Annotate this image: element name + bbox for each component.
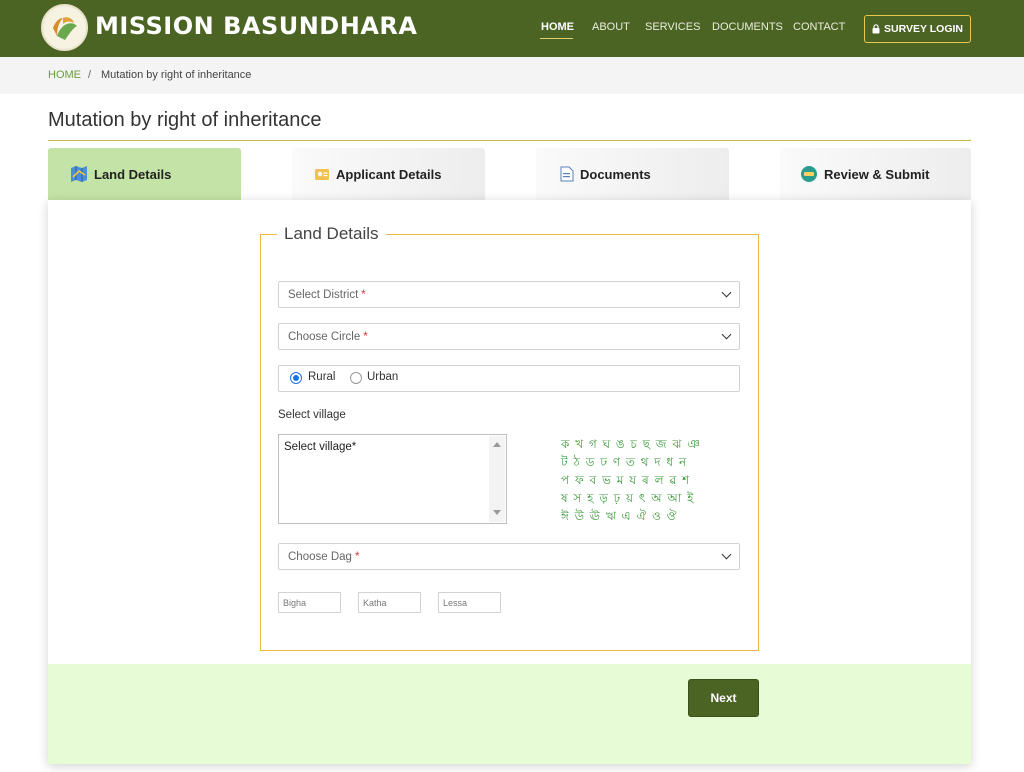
village-listbox-option[interactable]: Select village* [284, 441, 356, 453]
area-type-radio-group [278, 365, 740, 392]
district-select[interactable]: Select District * [278, 281, 740, 308]
nav-home[interactable]: HOME [541, 21, 574, 33]
survey-login-label: SURVEY LOGIN [884, 23, 963, 35]
title-divider [48, 140, 971, 141]
scroll-up-icon[interactable] [493, 442, 501, 447]
rural-radio-label[interactable]: Rural [308, 371, 335, 383]
tab-documents[interactable]: Documents [536, 148, 729, 200]
scroll-down-icon[interactable] [493, 510, 501, 515]
lessa-input[interactable]: Lessa [438, 592, 501, 613]
nav-services[interactable]: SERVICES [645, 21, 700, 33]
assamese-keyboard-row[interactable]: ক খ গ ঘ ঙ চ ছ জ ঝ ঞ [561, 436, 701, 456]
urban-radio-label[interactable]: Urban [367, 371, 398, 383]
dag-select[interactable]: Choose Dag * [278, 543, 740, 570]
district-select-placeholder: Select District [288, 288, 359, 301]
assamese-keyboard-row[interactable]: ষ স হ ড় ঢ় য় ৎ অ আ ই [561, 490, 694, 510]
page-title: Mutation by right of inheritance [48, 109, 322, 131]
land-details-legend: Land Details [277, 224, 386, 244]
breadcrumb-separator: / [88, 69, 92, 81]
breadcrumb-current: Mutation by right of inheritance [101, 69, 252, 81]
chevron-down-icon [721, 329, 732, 340]
rural-radio[interactable] [290, 372, 302, 384]
assamese-keyboard-row[interactable]: প ফ ব ভ ম য ৰ ল ৱ শ [561, 472, 690, 492]
dag-select-placeholder: Choose Dag [288, 550, 352, 563]
form-footer [48, 664, 971, 764]
chevron-down-icon [721, 549, 732, 560]
chevron-down-icon [721, 287, 732, 298]
tab-applicant-details[interactable]: Applicant Details [292, 148, 485, 200]
urban-radio[interactable] [350, 372, 362, 384]
nav-documents[interactable]: DOCUMENTS [712, 21, 783, 33]
bigha-input[interactable]: Bigha [278, 592, 341, 613]
tab-applicant-details-label: Applicant Details [336, 166, 442, 182]
required-marker: * [354, 550, 360, 563]
document-icon [560, 166, 574, 182]
circle-select[interactable]: Choose Circle * [278, 323, 740, 350]
mission-basundhara-logo[interactable] [41, 4, 88, 51]
user-id-icon [315, 169, 329, 180]
required-marker: * [363, 330, 368, 343]
tab-land-details-label: Land Details [94, 166, 172, 182]
assamese-keyboard-row[interactable]: ঈ উ ঊ ঋ এ ঐ ও ঔ [561, 508, 677, 528]
submit-icon [801, 166, 817, 182]
katha-input[interactable]: Katha [358, 592, 421, 613]
tab-documents-label: Documents [580, 166, 651, 182]
nav-about[interactable]: ABOUT [592, 21, 630, 33]
tab-land-details[interactable]: Land Details [48, 148, 241, 200]
map-icon [71, 166, 87, 182]
circle-select-placeholder: Choose Circle [288, 330, 361, 343]
village-label: Select village [278, 409, 346, 421]
required-marker: * [361, 288, 366, 301]
breadcrumb-home-link[interactable]: HOME [48, 69, 81, 81]
nav-contact[interactable]: CONTACT [793, 21, 845, 33]
lock-icon [872, 24, 880, 34]
assamese-keyboard-row[interactable]: ট ঠ ড ঢ ণ ত থ দ ধ ন [561, 454, 687, 474]
next-button[interactable]: Next [688, 679, 759, 717]
site-brand-title[interactable]: MISSION BASUNDHARA [95, 12, 417, 40]
tab-review-submit[interactable]: Review & Submit [780, 148, 971, 200]
tab-review-submit-label: Review & Submit [824, 166, 930, 182]
survey-login-button[interactable]: SURVEY LOGIN [864, 15, 971, 43]
nav-active-underline [540, 38, 573, 39]
